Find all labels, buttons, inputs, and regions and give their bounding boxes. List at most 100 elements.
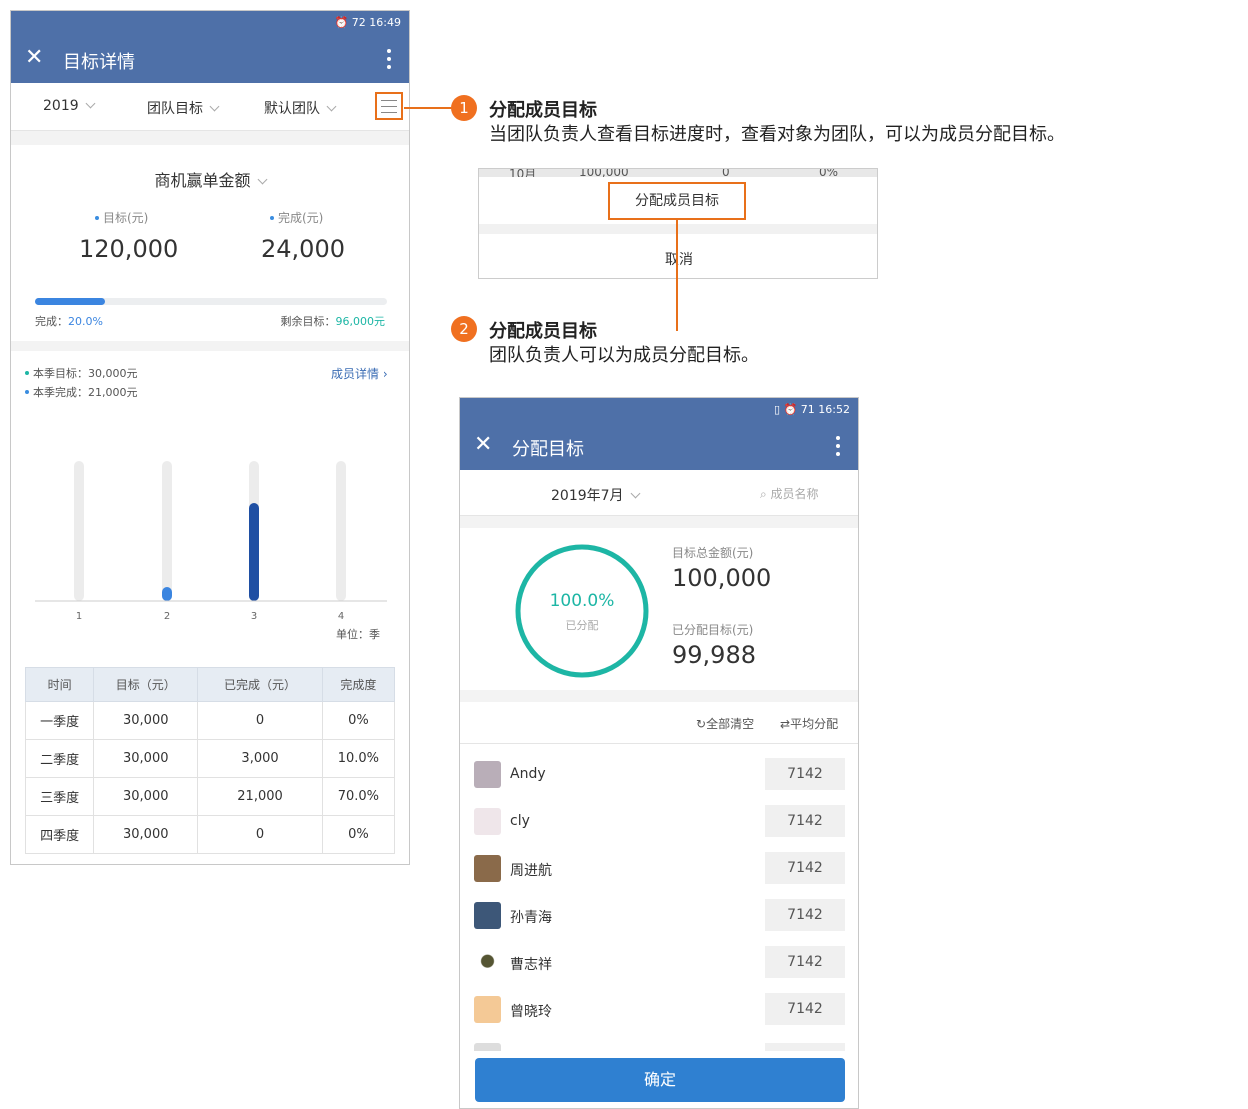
section-divider [11,131,409,145]
table-cell: 二季度 [24,739,95,778]
chevron-down-icon [85,98,96,109]
section-divider [11,341,409,351]
bulk-actions: ↻全部清空 ⇄平均分配 [460,702,858,744]
vibrate-icon: ▯ [774,403,781,416]
table-cell: 0 [197,701,323,740]
member-search[interactable]: ⌕ 成员名称 [760,485,819,502]
avatar [474,949,501,976]
column-header: 已完成（元） [197,667,323,702]
close-icon[interactable]: ✕ [474,432,492,457]
ring-label: 已分配 [565,619,599,632]
page-title: 目标详情 [63,52,135,73]
x-tick-label: 4 [338,611,344,622]
bar-track [336,461,346,601]
ring-percent: 100.0% [549,591,615,611]
action-sheet: 10月 100,000 0 0% 分配成员目标 取消 [478,168,878,279]
team-filter[interactable]: 默认团队 [264,98,337,118]
metric-select[interactable]: 商机赢单金额 [11,167,409,191]
title-bar: ✕ 分配目标 [460,422,858,470]
callout-number-1: 1 [451,95,477,121]
page-title: 分配目标 [512,439,584,460]
assign-member-goal-button[interactable]: 分配成员目标 [608,182,746,220]
x-tick-label: 3 [251,611,257,622]
alarm-icon: ⏰ [783,403,798,416]
member-name: 周进航 [510,863,552,879]
avatar [474,808,501,835]
season-done: 本季完成：21,000元 [25,384,138,400]
goal-detail-screen: ⏰ 72 16:49 ✕ 目标详情 2019 团队目标 默认团队 商机赢单金额 … [10,10,410,865]
member-row: Andy 7142 [460,753,858,800]
close-icon[interactable]: ✕ [25,45,43,70]
confirm-button[interactable]: 确定 [475,1058,845,1102]
month-select[interactable]: 2019年7月 [551,485,640,505]
table-cell: 0 [197,815,323,854]
done-value: 24,000 [261,235,345,263]
table-header: 时间 目标（元） 已完成（元） 完成度 [24,667,396,702]
done-label: 完成(元) [270,209,323,226]
member-detail-link[interactable]: 成员详情 › [331,365,388,382]
average-assign-button[interactable]: ⇄平均分配 [780,715,838,732]
swap-icon: ⇄ [780,717,791,731]
member-name: 曾晓玲 [510,1004,552,1020]
cancel-button[interactable]: 取消 [479,249,877,269]
sheet-divider [479,224,877,234]
table-cell: 10.0% [321,739,396,778]
member-row: 孙青海 7142 [460,894,858,941]
menu-icon[interactable] [375,92,403,120]
chevron-down-icon [257,174,267,185]
member-row: 曾晓玲 7142 [460,988,858,1035]
table-cell: 一季度 [24,701,95,740]
callout-line [404,107,452,109]
progress-done: 完成：20.0% [35,315,103,328]
section-divider [460,516,858,528]
assigned-ring [515,544,649,678]
quarter-bar-chart: 1 2 3 4 [35,461,387,622]
search-icon: ⌕ [760,487,771,501]
bar-track [162,461,172,601]
x-tick-label: 1 [76,611,82,622]
battery-level: 72 [351,16,366,29]
filter-bar: 2019 团队目标 默认团队 [11,83,409,131]
status-time: 16:49 [369,16,401,29]
member-goal-input[interactable]: 7142 [765,899,845,931]
table-body: 一季度 30,000 0 0% 二季度 30,000 3,000 10.0% 三季度 30,000… [24,701,396,854]
callout-2-title: 分配成员目标 [489,321,597,342]
column-header: 完成度 [321,667,396,702]
member-goal-input[interactable]: 7142 [765,946,845,978]
avatar [474,855,501,882]
year-filter[interactable]: 2019 [43,98,96,114]
table-row: 四季度 30,000 0 0% [24,815,396,854]
progress-fill [35,298,106,305]
callout-line [676,220,678,331]
avatar [474,902,501,929]
refresh-icon: ↻ [696,717,707,731]
clear-all-button[interactable]: ↻全部清空 [696,715,754,732]
partial-row [460,1041,858,1051]
table-cell: 30,000 [93,815,199,854]
table-cell: 30,000 [93,739,199,778]
member-row: 曹志祥 7142 [460,941,858,988]
goal-type-filter[interactable]: 团队目标 [147,98,220,118]
table-cell: 30,000 [93,777,199,816]
table-cell: 四季度 [24,815,95,854]
assigned-value: 99,988 [672,641,756,669]
member-name: 孙青海 [510,910,552,926]
chart-unit: 单位：季 [336,628,380,641]
more-options-icon[interactable] [836,436,840,456]
chevron-down-icon [326,101,337,112]
member-goal-input[interactable]: 7142 [765,805,845,837]
table-cell: 70.0% [321,777,396,816]
more-options-icon[interactable] [387,49,391,69]
callout-1-title: 分配成员目标 [489,100,597,121]
section-divider [460,690,858,702]
member-goal-input[interactable]: 7142 [765,852,845,884]
battery-level: 71 [800,403,815,416]
quarter-table: 时间 目标（元） 已完成（元） 完成度 一季度 30,000 0 0% 二季度 30,000 3,… [24,667,396,854]
progress-bar [35,298,387,305]
member-goal-input[interactable]: 7142 [765,758,845,790]
alarm-icon: ⏰ [334,16,349,29]
callout-1-text: 当团队负责人查看目标进度时，查看对象为团队，可以为成员分配目标。 [489,124,1065,145]
member-goal-input[interactable]: 7142 [765,993,845,1025]
table-cell: 3,000 [197,739,323,778]
table-cell: 0% [321,815,396,854]
